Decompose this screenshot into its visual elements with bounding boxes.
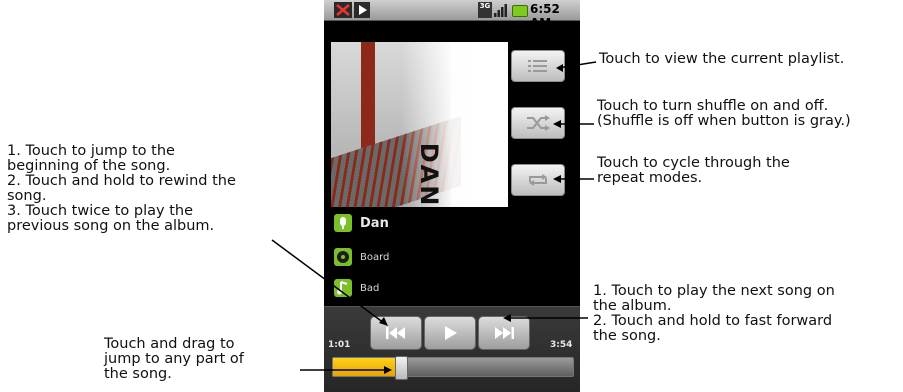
playlist-leader <box>557 61 597 69</box>
shuffle-arrow <box>553 120 561 128</box>
playlist-arrow <box>556 64 563 72</box>
leader-lines <box>271 61 597 374</box>
seek-arrow <box>384 366 392 374</box>
repeat-arrow <box>553 175 561 183</box>
previous-arrow <box>379 317 388 326</box>
next-arrow <box>503 314 511 322</box>
previous-leader <box>271 239 385 324</box>
